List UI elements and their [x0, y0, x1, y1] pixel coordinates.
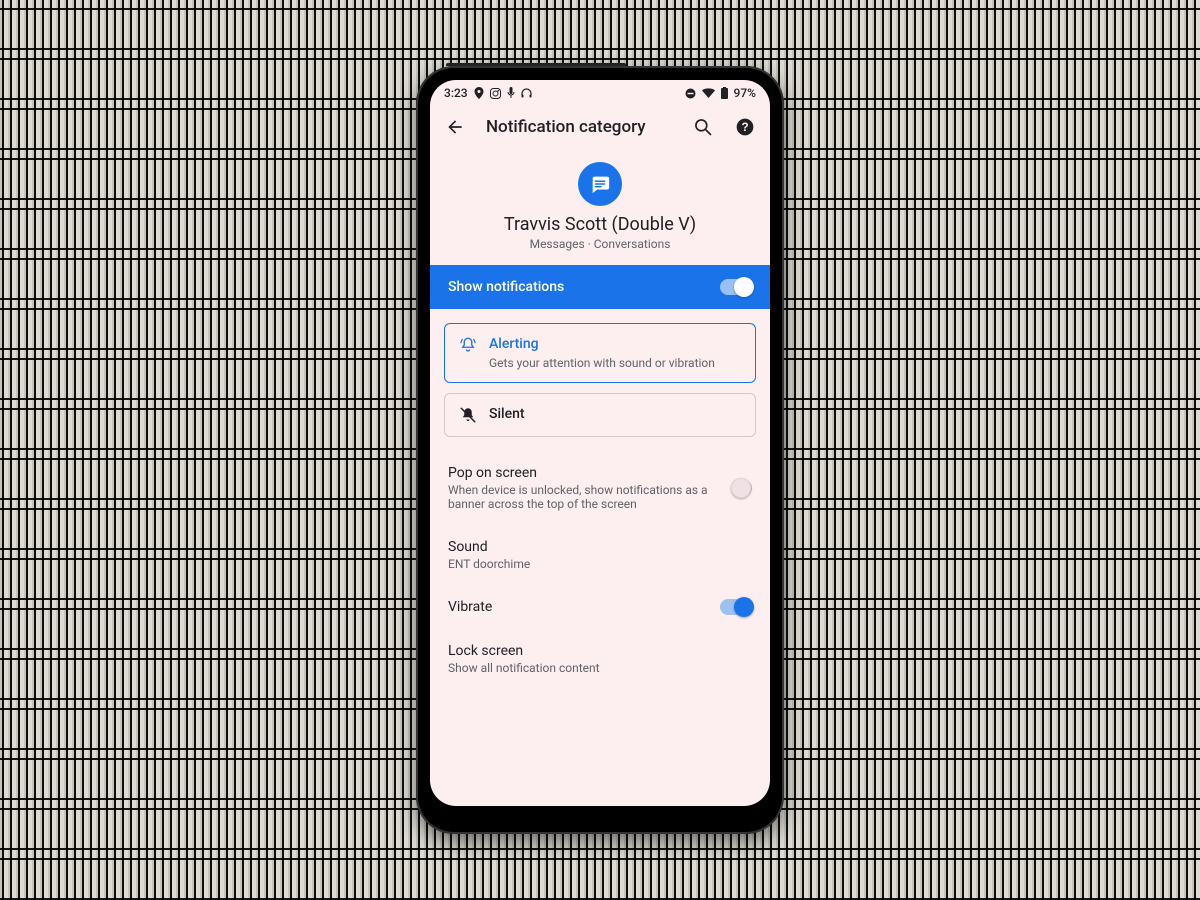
setting-sound-title: Sound	[448, 539, 530, 555]
show-notifications-label: Show notifications	[448, 279, 564, 295]
setting-lockscreen-title: Lock screen	[448, 643, 600, 659]
status-bar-right: 97%	[685, 86, 756, 100]
status-bar-left: 3:23	[444, 86, 532, 100]
messages-app-icon	[578, 162, 622, 206]
headset-icon	[521, 88, 532, 99]
setting-sound[interactable]: Sound ENT doorchime	[430, 525, 770, 585]
setting-vibrate-title: Vibrate	[448, 599, 492, 615]
help-button[interactable]: ?	[734, 116, 756, 138]
category-header: Travvis Scott (Double V) Messages · Conv…	[430, 144, 770, 265]
mode-alerting-desc: Gets your attention with sound or vibrat…	[489, 356, 741, 370]
show-notifications-row[interactable]: Show notifications	[430, 265, 770, 309]
mode-silent[interactable]: Silent	[444, 393, 756, 437]
setting-lock-screen[interactable]: Lock screen Show all notification conten…	[430, 629, 770, 679]
back-button[interactable]	[444, 116, 466, 138]
setting-pop-sub: When device is unlocked, show notificati…	[448, 483, 721, 511]
svg-text:?: ?	[741, 121, 748, 134]
phone-frame: 3:23	[416, 66, 784, 834]
show-notifications-switch[interactable]	[720, 279, 752, 295]
search-button[interactable]	[692, 116, 714, 138]
notification-mode-group: Alerting Gets your attention with sound …	[430, 309, 770, 445]
app-bar: Notification category ?	[430, 106, 770, 144]
status-bar: 3:23	[430, 80, 770, 106]
mic-icon	[507, 87, 515, 99]
location-pin-icon	[474, 87, 484, 99]
setting-pop-on-screen[interactable]: Pop on screen When device is unlocked, s…	[430, 451, 770, 525]
screen: 3:23	[430, 80, 770, 806]
contact-name: Travvis Scott (Double V)	[504, 214, 696, 235]
pop-on-screen-switch[interactable]	[733, 480, 752, 496]
setting-vibrate[interactable]: Vibrate	[430, 585, 770, 629]
clock-text: 3:23	[444, 86, 468, 100]
setting-lockscreen-sub: Show all notification content	[448, 661, 600, 675]
settings-list: Pop on screen When device is unlocked, s…	[430, 445, 770, 679]
page-title: Notification category	[486, 117, 672, 137]
mode-alerting[interactable]: Alerting Gets your attention with sound …	[444, 323, 756, 383]
vibrate-switch[interactable]	[720, 599, 752, 615]
battery-icon	[721, 87, 728, 99]
bell-off-icon	[459, 406, 477, 424]
battery-text: 97%	[734, 86, 756, 100]
dnd-icon	[685, 88, 696, 99]
instagram-icon	[490, 88, 501, 99]
mode-alerting-label: Alerting	[489, 336, 741, 352]
setting-sound-sub: ENT doorchime	[448, 557, 530, 571]
setting-pop-title: Pop on screen	[448, 465, 721, 481]
mode-silent-label: Silent	[489, 406, 741, 422]
bell-ring-icon	[459, 336, 477, 354]
contact-subtitle: Messages · Conversations	[530, 237, 671, 251]
wifi-icon	[702, 88, 715, 98]
